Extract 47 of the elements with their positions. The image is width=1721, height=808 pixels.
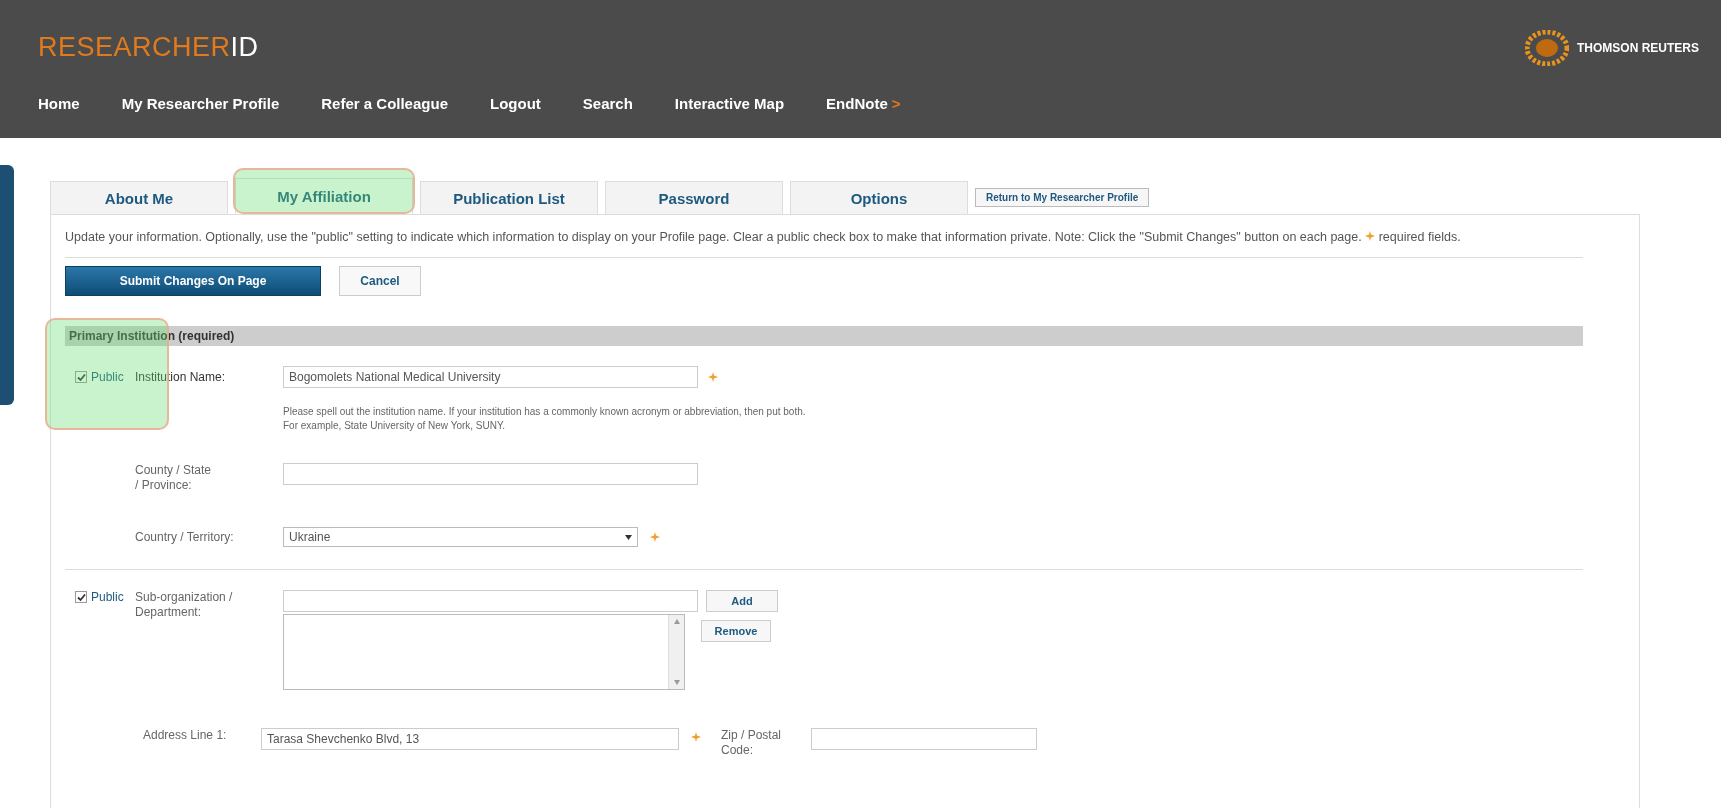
postal-code-field[interactable] <box>811 728 1037 750</box>
field-label: Institution Name: <box>135 369 227 385</box>
globe-logo-icon <box>1525 29 1569 66</box>
tab[interactable]: Publication List <box>420 181 598 214</box>
county-field[interactable] <box>283 463 698 485</box>
tab[interactable]: About Me <box>50 181 228 214</box>
scroll-down-icon[interactable] <box>673 680 680 685</box>
nav-link[interactable]: Search <box>582 95 633 112</box>
field-label: Address Line 1: <box>143 728 228 743</box>
scroll-up-icon[interactable] <box>673 619 680 624</box>
section-header: Primary Institution (required) <box>65 326 1583 346</box>
side-tab[interactable] <box>0 165 14 405</box>
nav-link[interactable]: My Researcher Profile <box>121 95 280 112</box>
logo: RESEARCHERID <box>38 32 259 63</box>
institution-name-field[interactable]: Bogomolets National Medical University <box>283 366 698 388</box>
public-label: Public <box>91 370 124 384</box>
nav-link[interactable]: Logout <box>490 95 541 112</box>
tab[interactable]: My Affiliation <box>235 178 413 214</box>
nav-link[interactable]: EndNote > <box>826 95 901 112</box>
department-field[interactable] <box>283 590 698 612</box>
tab[interactable]: Options <box>790 181 968 214</box>
public-checkbox[interactable] <box>75 591 87 603</box>
address-field[interactable]: Tarasa Shevchenko Blvd, 13 <box>261 728 679 750</box>
nav-link[interactable]: Home <box>38 95 80 112</box>
submit-button[interactable]: Submit Changes On Page <box>65 266 321 296</box>
department-list[interactable] <box>283 614 685 690</box>
return-link[interactable]: Return to My Researcher Profile <box>975 188 1150 207</box>
nav-link[interactable]: Interactive Map <box>674 95 785 112</box>
arrow-icon: > <box>891 95 901 112</box>
required-star-icon <box>1365 231 1376 241</box>
public-checkbox[interactable] <box>75 371 87 383</box>
caret-icon <box>625 532 632 542</box>
brand-name: THOMSON REUTERS <box>1577 40 1699 55</box>
field-label: Country / Territory: <box>135 529 235 545</box>
cancel-button[interactable]: Cancel <box>339 266 421 296</box>
instructions-text: Update your information. Optionally, use the "public" setting to indicate which information to display on your Profile page. Clear a public check box to make that information private. Note: Click the "Submit Changes" button on each page. required fields. <box>65 229 1462 246</box>
field-label: Zip / Postal Code: <box>721 728 783 758</box>
help-text: Please spell out the institution name. If your institution has a commonly known acronym or abbreviation, then put both. For example, State University of New York, SUNY. <box>283 405 807 433</box>
public-label: Public <box>91 590 124 604</box>
add-button[interactable]: Add <box>706 590 778 612</box>
remove-button[interactable]: Remove <box>701 620 771 642</box>
scrollbar[interactable] <box>668 615 684 689</box>
nav-link[interactable]: Refer a Colleague <box>321 95 448 112</box>
tab[interactable]: Password <box>605 181 783 214</box>
field-label: County / State / Province: <box>135 463 213 493</box>
field-label: Sub-organization / Department: <box>135 590 234 620</box>
country-dropdown[interactable]: Ukraine <box>283 527 638 547</box>
